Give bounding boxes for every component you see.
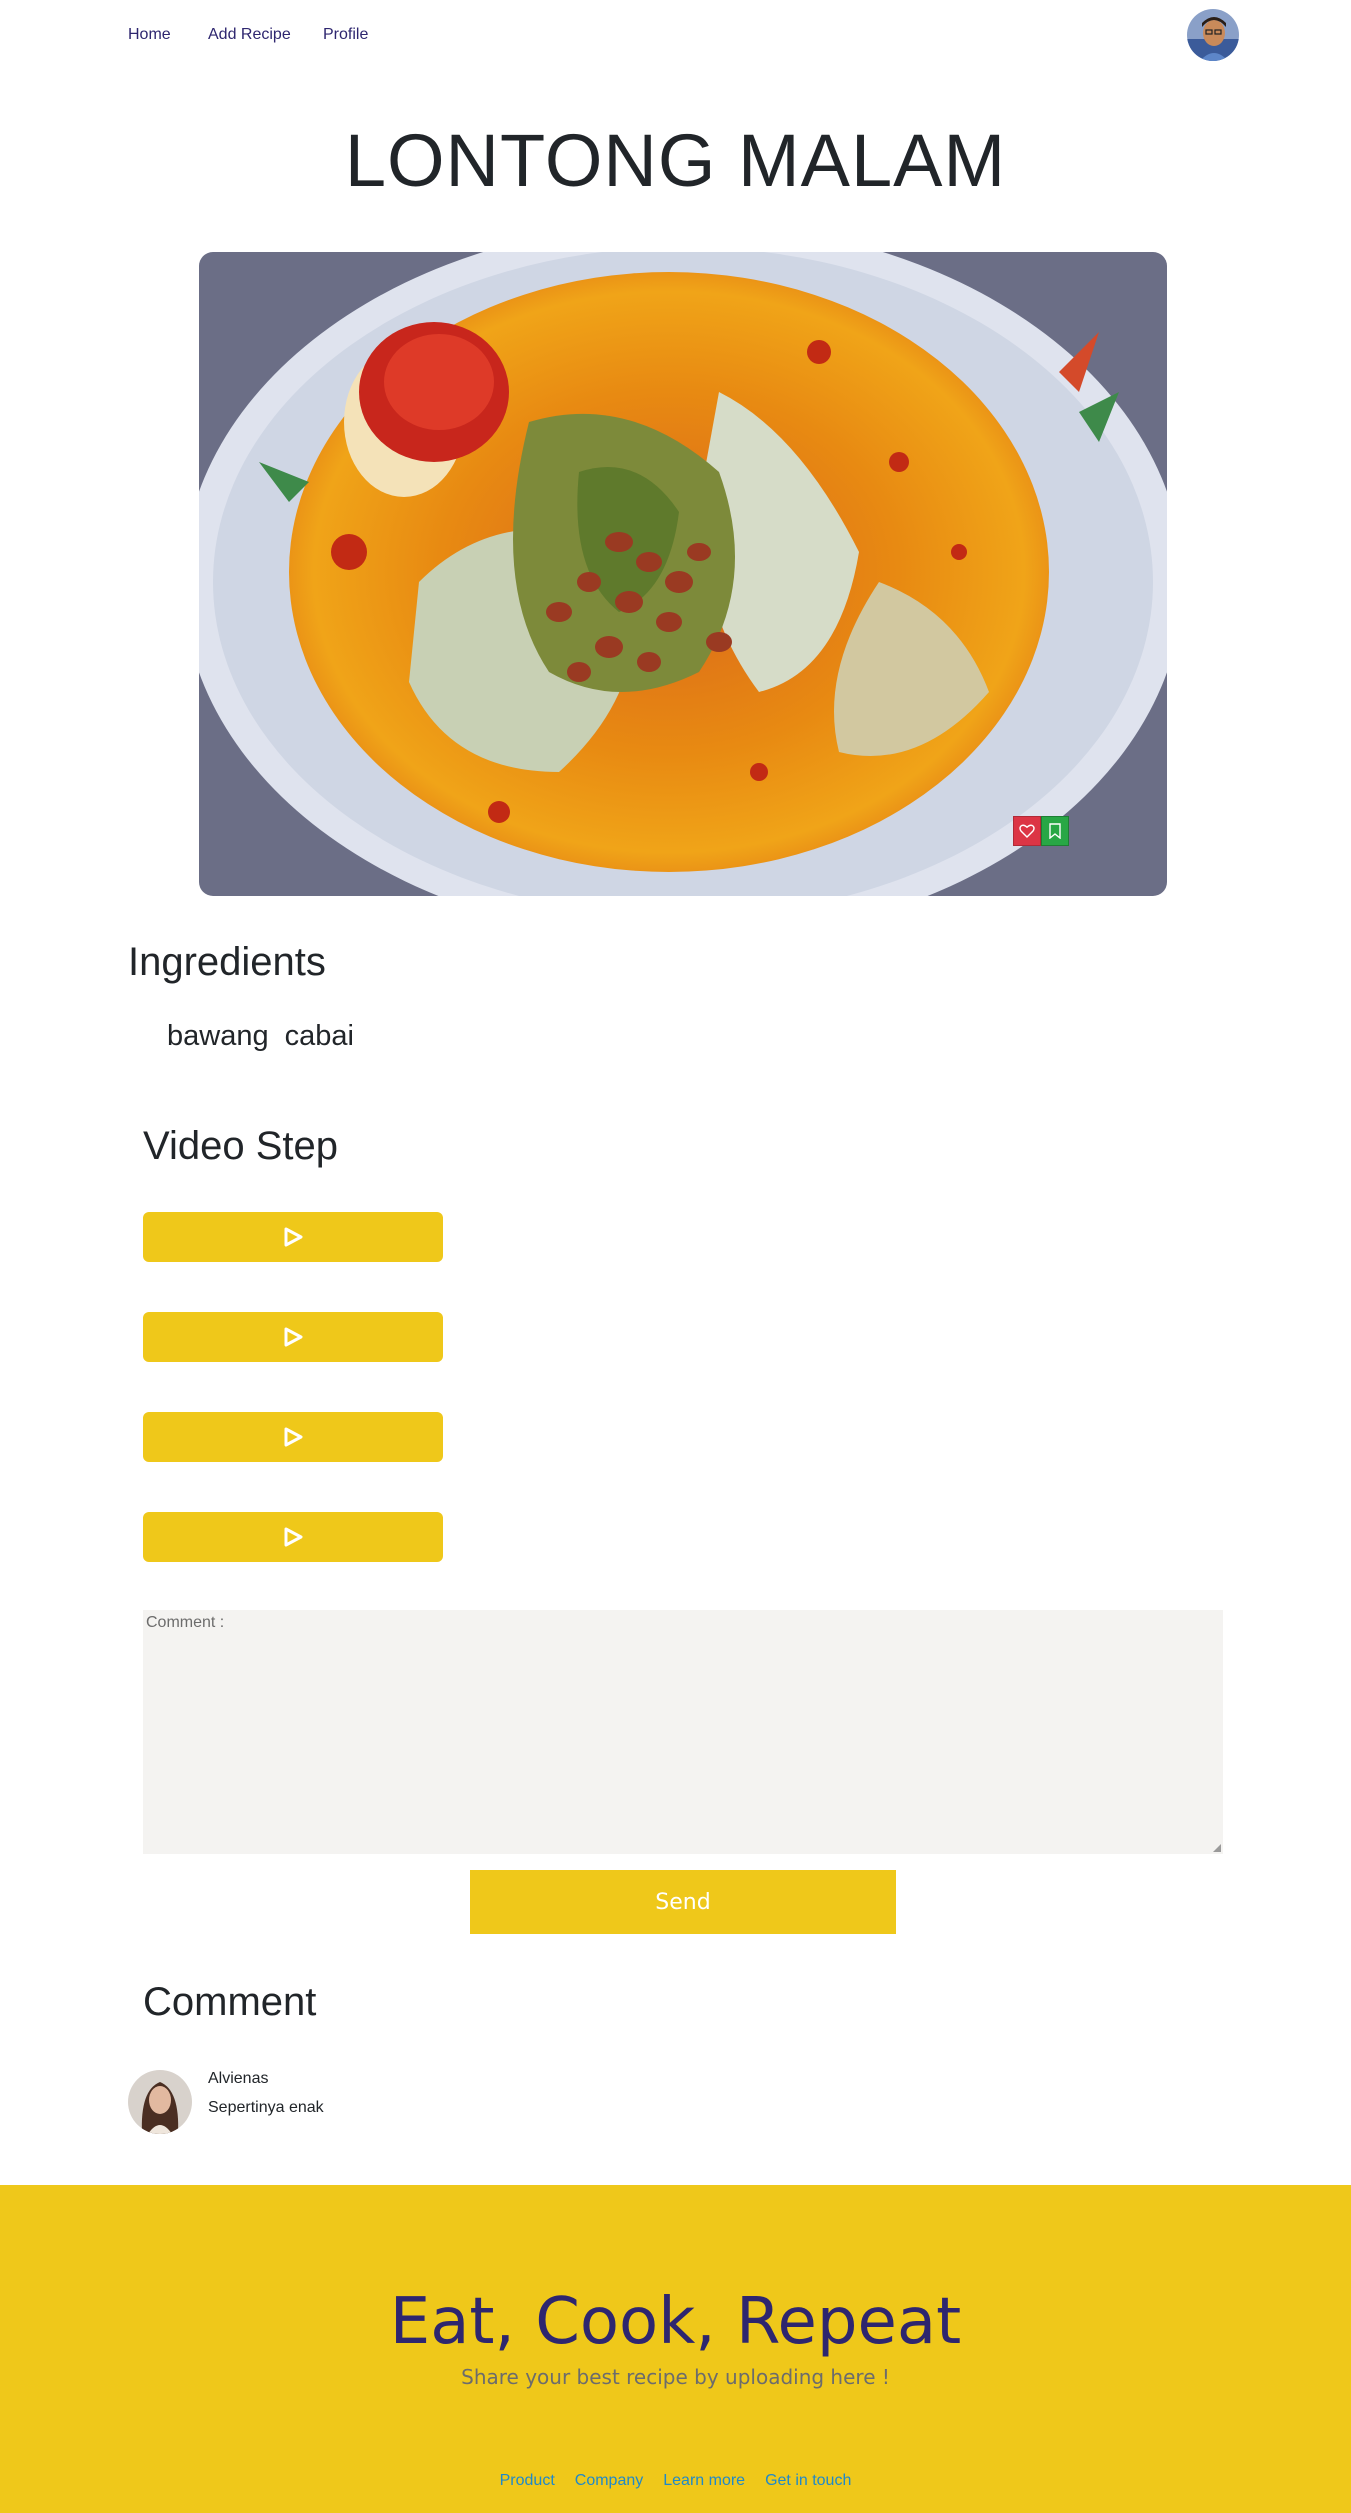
footer-link-company[interactable]: Company: [575, 2472, 643, 2490]
footer-link-get-in-touch[interactable]: Get in touch: [765, 2472, 851, 2490]
recipe-image: [199, 252, 1167, 896]
send-button[interactable]: Send: [470, 1870, 896, 1934]
comment-text: Sepertinya enak: [208, 2099, 324, 2116]
video-step-heading: Video Step: [143, 1124, 338, 1168]
resize-handle-icon[interactable]: [1211, 1842, 1221, 1852]
footer-link-learn-more[interactable]: Learn more: [663, 2472, 745, 2490]
bookmark-icon: [1049, 823, 1061, 839]
video-step-button-2[interactable]: [143, 1312, 443, 1362]
like-button[interactable]: [1013, 816, 1041, 846]
navbar: Home Add Recipe Profile: [0, 0, 1351, 70]
user-avatar[interactable]: [1187, 9, 1239, 61]
comment-avatar: [128, 2070, 192, 2134]
footer-title: Eat, Cook, Repeat: [389, 2285, 962, 2359]
footer-links: Product Company Learn more Get in touch: [0, 2472, 1351, 2490]
ingredients-heading: Ingredients: [128, 940, 326, 984]
comment-input[interactable]: [143, 1610, 1223, 1854]
user-avatar-icon: [1187, 9, 1239, 61]
play-icon: [284, 1227, 303, 1247]
video-step-button-1[interactable]: [143, 1212, 443, 1262]
bookmark-button[interactable]: [1041, 816, 1069, 846]
comment-heading: Comment: [143, 1980, 317, 2024]
user-avatar-icon: [128, 2070, 192, 2134]
footer-subtitle: Share your best recipe by uploading here…: [461, 2365, 890, 2389]
ingredient-item: bawang: [167, 1020, 269, 1052]
comment-author: Alvienas: [208, 2070, 269, 2087]
recipe-title: LONTONG MALAM: [344, 119, 1007, 202]
footer-link-product[interactable]: Product: [500, 2472, 555, 2490]
nav-link-profile[interactable]: Profile: [323, 26, 368, 44]
footer: Eat, Cook, Repeat Share your best recipe…: [0, 2185, 1351, 2513]
play-icon: [284, 1427, 303, 1447]
heart-icon: [1019, 824, 1035, 838]
play-icon: [284, 1527, 303, 1547]
ingredient-item: cabai: [284, 1020, 354, 1052]
play-icon: [284, 1327, 303, 1347]
nav-link-add-recipe[interactable]: Add Recipe: [208, 26, 291, 44]
nav-link-home[interactable]: Home: [128, 26, 171, 44]
food-photo: [199, 252, 1167, 896]
video-step-button-3[interactable]: [143, 1412, 443, 1462]
ingredients-list: bawang cabai: [167, 1020, 354, 1053]
video-step-button-4[interactable]: [143, 1512, 443, 1562]
